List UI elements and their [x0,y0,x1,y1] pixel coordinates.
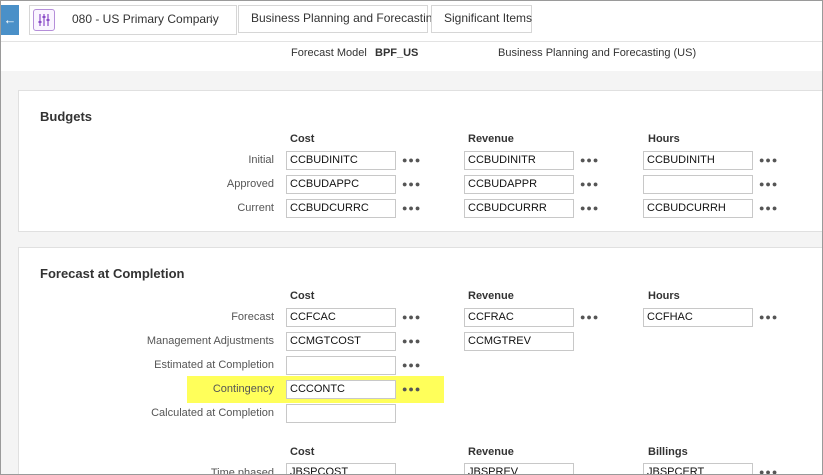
timephased-billings-field[interactable]: JBSPCERT [643,463,753,474]
ellipsis-icon[interactable]: ●●● [580,175,599,194]
ellipsis-icon[interactable]: ●●● [402,356,421,375]
forecast-row-label: Estimated at Completion [154,359,274,371]
mgmt-adj-revenue-field[interactable]: CCMGTREV [464,332,574,351]
ellipsis-icon[interactable]: ●●● [402,151,421,170]
ellipsis-icon[interactable]: ●●● [759,199,778,218]
timephased-revenue-field[interactable]: JBSPREV [464,463,574,474]
budget-approved-cost-field[interactable]: CCBUDAPPC [286,175,396,194]
forecast-row-label: Calculated at Completion [151,407,274,419]
forecast-model-description: Business Planning and Forecasting (US) [498,47,697,59]
forecast-model-label: Forecast Model [291,47,367,59]
budget-approved-revenue-field[interactable]: CCBUDAPPR [464,175,574,194]
sliders-icon[interactable] [33,9,55,31]
ellipsis-icon[interactable]: ●●● [580,308,599,327]
contingency-cost-field[interactable]: CCCONTC [286,380,396,399]
forecast-col-cost: Cost [290,290,315,302]
ellipsis-icon[interactable]: ●●● [759,151,778,170]
forecast-row-label: Time phased [210,467,274,475]
ellipsis-icon[interactable]: ●●● [759,463,778,474]
forecast-model-value: BPF_US [375,47,419,59]
budgets-col-hours: Hours [648,133,680,145]
forecast-row-label: Forecast [231,311,274,323]
forecast-col-revenue: Revenue [468,290,514,302]
ellipsis-icon[interactable]: ●●● [402,308,421,327]
budget-initial-revenue-field[interactable]: CCBUDINITR [464,151,574,170]
forecast-row-label: Management Adjustments [146,335,274,347]
timephased-col-cost: Cost [290,446,315,458]
app-frame: ← 080 - US Primary Company ↓ Business Pl… [0,0,823,475]
forecast-cost-field[interactable]: CCFCAC [286,308,396,327]
arrow-down-icon[interactable]: ↓ [208,10,215,25]
arrow-left-icon: ← [3,12,17,27]
ellipsis-icon[interactable]: ●●● [402,199,421,218]
forecast-revenue-field[interactable]: CCFRAC [464,308,574,327]
budget-row-label: Approved [226,178,274,190]
back-button[interactable]: ← [1,5,19,35]
budget-current-cost-field[interactable]: CCBUDCURRC [286,199,396,218]
budget-initial-hours-field[interactable]: CCBUDINITH [643,151,753,170]
forecast-title: Forecast at Completion [40,266,185,281]
calc-completion-cost-field[interactable] [286,404,396,423]
ellipsis-icon[interactable]: ●●● [402,175,421,194]
breadcrumb-significant-items[interactable]: Significant Items [431,5,532,33]
forecast-row-label: Contingency [212,383,274,395]
timephased-cost-field[interactable]: JBSPCOST [286,463,396,474]
ellipsis-icon[interactable]: ●●● [402,332,421,351]
timephased-col-revenue: Revenue [468,446,514,458]
ellipsis-icon[interactable]: ●●● [580,151,599,170]
budget-row-label: Initial [248,154,274,166]
breadcrumb-business-planning[interactable]: Business Planning and Forecasting [238,5,439,33]
budget-current-revenue-field[interactable]: CCBUDCURRR [464,199,574,218]
company-label: 080 - US Primary Company [72,12,219,26]
budgets-title: Budgets [40,109,92,124]
forecast-col-hours: Hours [648,290,680,302]
budget-current-hours-field[interactable]: CCBUDCURRH [643,199,753,218]
top-bar: ← 080 - US Primary Company ↓ Business Pl… [1,1,822,42]
mgmt-adj-cost-field[interactable]: CCMGTCOST [286,332,396,351]
forecast-hours-field[interactable]: CCFHAC [643,308,753,327]
budget-initial-cost-field[interactable]: CCBUDINITC [286,151,396,170]
ellipsis-icon[interactable]: ●●● [759,175,778,194]
budgets-col-revenue: Revenue [468,133,514,145]
ellipsis-icon[interactable]: ●●● [580,199,599,218]
budget-approved-hours-field[interactable] [643,175,753,194]
budgets-col-cost: Cost [290,133,315,145]
ellipsis-icon[interactable]: ●●● [402,380,421,399]
company-selector[interactable]: 080 - US Primary Company ↓ [29,5,237,35]
ellipsis-icon[interactable]: ●●● [759,308,778,327]
budget-row-label: Current [237,202,274,214]
eac-cost-field[interactable] [286,356,396,375]
timephased-col-billings: Billings [648,446,688,458]
